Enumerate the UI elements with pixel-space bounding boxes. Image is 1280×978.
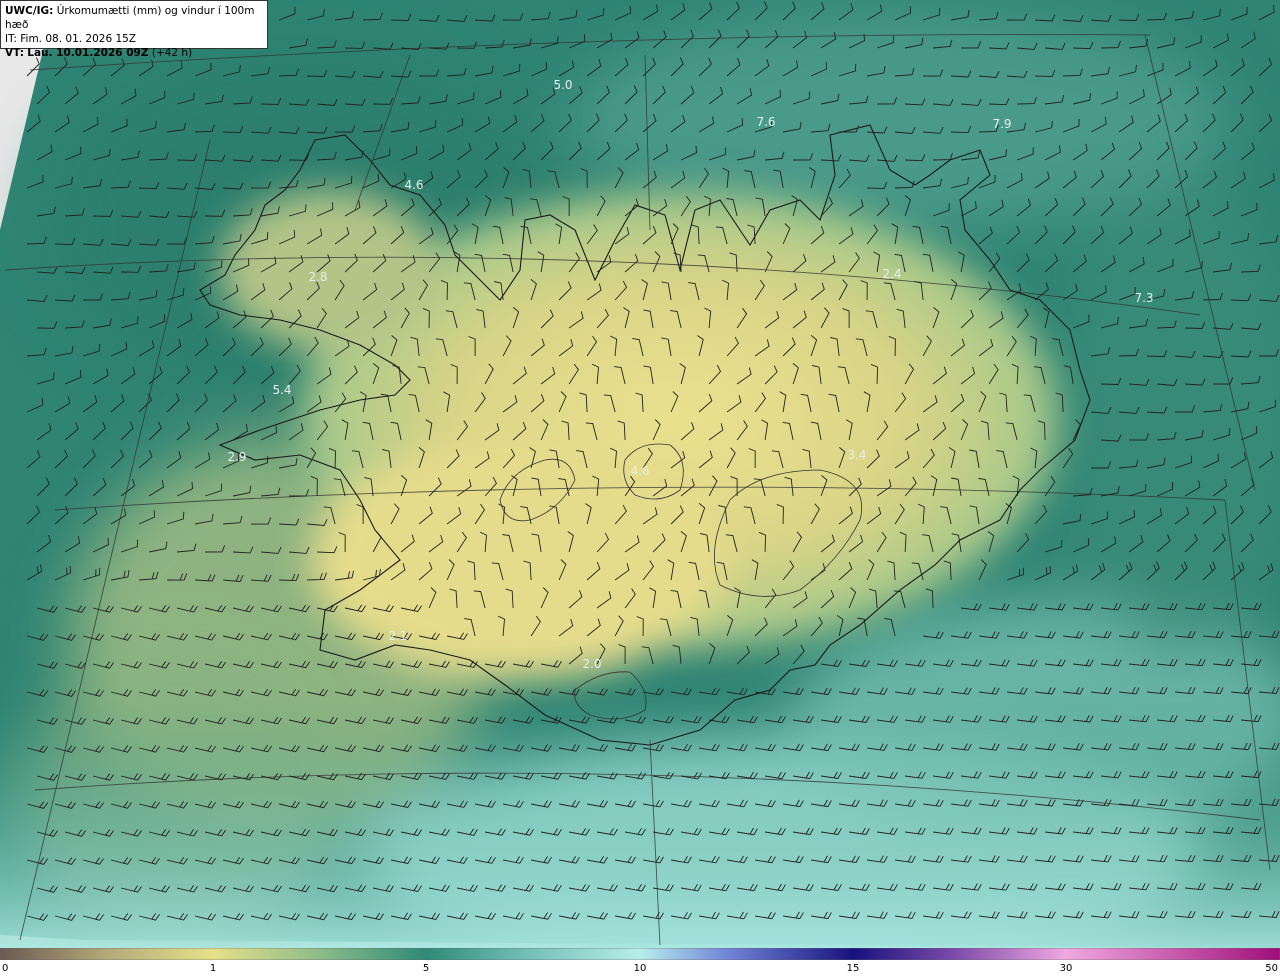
colorbar-tick-label: 10: [633, 963, 647, 974]
value-label: 7.9: [992, 117, 1011, 131]
colorbar-tick-label: 1: [209, 963, 217, 974]
colorbar-tick-label: 15: [846, 963, 860, 974]
init-time-line: IT: Fim. 08. 01. 2026 15Z: [5, 32, 263, 46]
lead-time: (+42 h): [151, 47, 193, 59]
model-name: UWC/IG:: [5, 5, 54, 17]
value-label: 3.4: [847, 448, 866, 462]
value-label: 2.9: [227, 450, 246, 464]
value-label: 2.0: [582, 657, 601, 671]
colorbar-tick-label: 5: [422, 963, 430, 974]
valid-time: Lau. 10.01.2026 09Z: [27, 47, 149, 59]
value-label: 2.8: [308, 270, 327, 284]
colorbar: 0 1 5 10 15 30 50: [0, 948, 1280, 978]
colorbar-tick-label: 50: [1265, 963, 1278, 974]
valid-time-line: VT: Lau. 10.01.2026 09Z (+42 h): [5, 46, 263, 60]
value-label: 5.0: [553, 78, 572, 92]
init-label: IT:: [5, 33, 17, 45]
value-label: 7.6: [756, 115, 775, 129]
value-label: 2.4: [882, 267, 901, 281]
colorbar-tick-label: 30: [1059, 963, 1073, 974]
precipitation-wind-map: 5.0 7.6 7.9 4.6 2.8 2.4 7.3 5.4 2.9 4.6 …: [0, 0, 1280, 948]
colorbar-gradient: [0, 948, 1280, 960]
map-info-box: UWC/IG: Úrkomumætti (mm) og vindur í 100…: [0, 0, 268, 59]
colorbar-tick-label: 0: [2, 963, 9, 974]
value-label: 5.4: [272, 383, 291, 397]
value-label: 7.3: [1134, 291, 1153, 305]
value-label: 4.6: [404, 178, 423, 192]
value-label: 4.6: [630, 464, 649, 478]
title-line: UWC/IG: Úrkomumætti (mm) og vindur í 100…: [5, 4, 263, 32]
value-label: 2.1: [388, 629, 407, 643]
init-time: Fim. 08. 01. 2026 15Z: [20, 33, 137, 45]
valid-label: VT:: [5, 47, 24, 59]
